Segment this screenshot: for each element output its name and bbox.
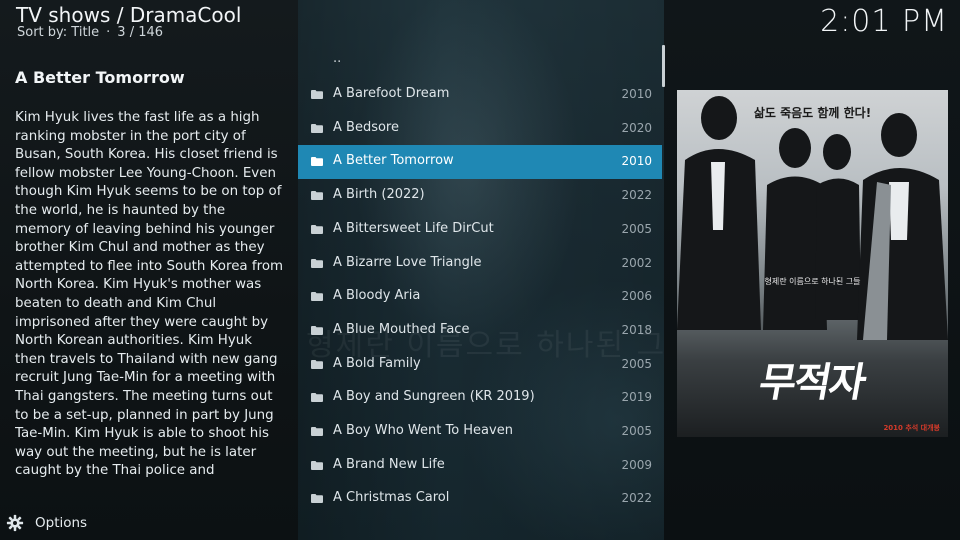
folder-icon [311,461,323,470]
poster-image: 삶도 죽음도 함께 한다! 형제란 이름으로 하나된 그들 무적자 2010 추… [677,90,948,437]
list-item-title: A Bedsore [333,120,399,135]
list-item-year: 2002 [621,256,652,270]
selected-title: A Better Tomorrow [15,68,185,87]
folder-icon [311,292,323,301]
list-scrollbar[interactable] [662,45,665,87]
list-item-year: 2005 [621,424,652,438]
list-item-year: 2020 [621,121,652,135]
folder-icon [311,225,323,234]
poster-release-date: 2010 추석 대개봉 [883,424,940,432]
list-item-title: A Christmas Carol [333,490,450,505]
list-item-title: A Birth (2022) [333,187,425,202]
list-item-year: 2010 [621,87,652,101]
list-item-year: 2005 [621,357,652,371]
list-item[interactable]: A Brand New Life 2009 [298,449,662,483]
list-item-year: 2022 [621,491,652,505]
list-item-year: 2006 [621,289,652,303]
list-item-title: A Boy Who Went To Heaven [333,423,513,438]
list-item[interactable]: A Bittersweet Life DirCut 2005 [298,213,662,247]
list-item[interactable]: A Better Tomorrow 2010 [298,145,662,179]
list-item-title: A Blue Mouthed Face [333,322,470,337]
list-item-title: A Barefoot Dream [333,86,450,101]
separator: · [106,25,111,40]
list-item[interactable]: A Boy and Sungreen (KR 2019) 2019 [298,381,662,415]
list-item[interactable]: A Bold Family 2005 [298,348,662,382]
list-item-title: A Bloody Aria [333,288,421,303]
folder-icon [311,393,323,402]
folder-icon [311,326,323,335]
folder-icon [311,259,323,268]
folder-icon [311,124,323,133]
folder-icon [311,90,323,99]
page-title: TV shows / DramaCool [16,3,242,27]
list-item-year: 2019 [621,390,652,404]
list-item-title: A Brand New Life [333,457,445,472]
list-item[interactable]: A Bloody Aria 2006 [298,280,662,314]
list-item[interactable]: A Blue Mouthed Face 2018 [298,314,662,348]
list-item-year: 2010 [621,154,652,168]
poster-subline: 형제란 이름으로 하나된 그들 [764,277,861,286]
sort-label[interactable]: Sort by: Title [17,25,99,40]
folder-icon [311,360,323,369]
list-item[interactable]: A Bizarre Love Triangle 2002 [298,247,662,281]
list-item[interactable]: A Boy Who Went To Heaven 2005 [298,415,662,449]
list-item[interactable]: A Birth (2022) 2022 [298,179,662,213]
media-list[interactable]: .. A Barefoot Dream 2010 A Bedsore 2020 A Be… [298,45,664,510]
list-item[interactable]: A Christmas Carol 2022 [298,482,662,510]
plot-description: Kim Hyuk lives the fast life as a high r… [15,110,284,479]
poster-title: 무적자 [755,359,869,406]
list-item-title: A Bold Family [333,356,421,371]
list-item[interactable]: A Barefoot Dream 2010 [298,78,662,112]
parent-folder-item[interactable]: .. [298,45,662,79]
folder-icon [311,191,323,200]
folder-icon [311,427,323,436]
options-label: Options [35,515,88,531]
list-item-title: A Boy and Sungreen (KR 2019) [333,389,535,404]
gear-icon [6,514,24,532]
list-item-title: A Bizarre Love Triangle [333,255,482,270]
list-item-title: A Bittersweet Life DirCut [333,221,494,236]
list-item-year: 2009 [621,458,652,472]
list-item-year: 2022 [621,188,652,202]
folder-icon [311,157,323,166]
clock: 2:01 PM [820,4,948,39]
item-position: 3 / 146 [117,25,164,40]
list-item-year: 2018 [621,323,652,337]
list-item[interactable]: A Bedsore 2020 [298,112,662,146]
parent-folder-label: .. [333,51,342,66]
sort-info: Sort by: Title · 3 / 146 [17,25,163,40]
list-item-title: A Better Tomorrow [333,153,454,168]
poster-tagline: 삶도 죽음도 함께 한다! [753,106,872,120]
list-item-year: 2005 [621,222,652,236]
folder-icon [311,494,323,503]
